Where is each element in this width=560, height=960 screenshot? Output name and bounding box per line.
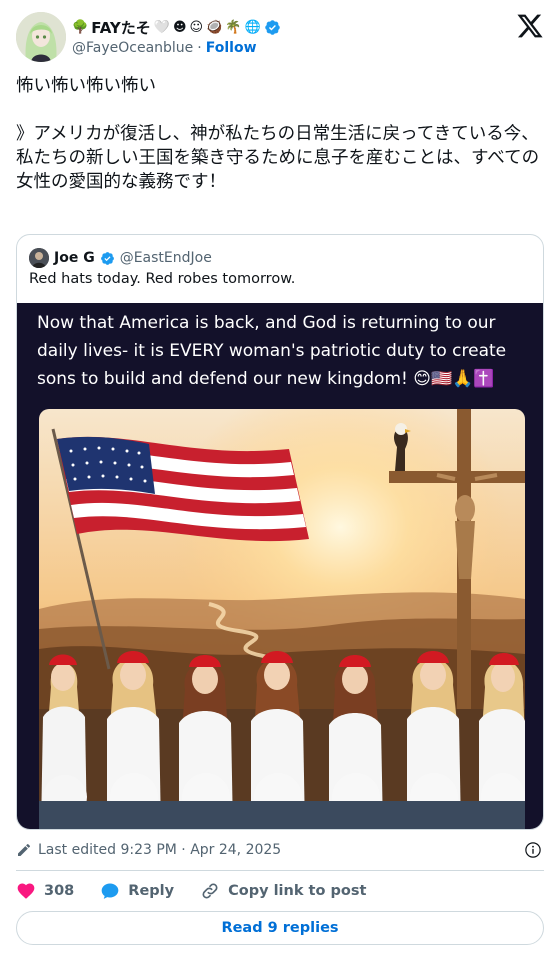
tweet-text: 怖い怖い怖い怖い 》アメリカが復活し、神が私たちの日常生活に戻ってきている今、 … [16, 74, 544, 194]
pencil-icon [18, 843, 31, 856]
link-icon [202, 883, 218, 899]
tree-emoji: 🌳 [72, 19, 89, 35]
quoted-author-name: Joe G [54, 250, 95, 266]
read-replies-label: Read 9 replies [221, 920, 339, 936]
author-avatar[interactable] [16, 12, 66, 62]
copy-link-label: Copy link to post [228, 883, 367, 899]
tweet-text-line-1: 怖い怖い怖い怖い [16, 76, 156, 96]
tweet-text-line-2: 》アメリカが復活し、神が私たちの日常生活に戻ってきている今、 [16, 124, 539, 144]
quoted-tweet-header: Joe G @EastEndJoe [29, 247, 212, 269]
divider [16, 870, 544, 871]
quoted-author-handle: @EastEndJoe [119, 250, 212, 266]
quoted-tweet-image[interactable]: Now that America is back, and God is ret… [17, 303, 543, 829]
heart-icon [17, 883, 35, 899]
name-emoji-6: 🌐 [244, 19, 261, 35]
separator-dot: · [197, 40, 202, 56]
image-caption-line-1: Now that America is back, and God is ret… [37, 313, 496, 333]
quoted-author-avatar [29, 248, 49, 268]
reply-label: Reply [128, 883, 175, 899]
verified-badge-icon [264, 19, 280, 35]
name-emoji-1: 🤍 [153, 19, 170, 35]
edited-meta-row: Last edited 9:23 PM · Apr 24, 2025 [16, 838, 544, 862]
quoted-tweet-card[interactable]: Joe G @EastEndJoe Red hats today. Red ro… [16, 234, 544, 830]
author-display-name: FAYたそ [91, 18, 151, 37]
like-count: 308 [44, 883, 75, 899]
name-emoji-5: 🌴 [225, 19, 242, 35]
info-icon[interactable] [524, 841, 542, 859]
author-handle[interactable]: @FayeOceanblue [72, 40, 193, 56]
edited-timestamp[interactable]: Last edited 9:23 PM · Apr 24, 2025 [38, 842, 281, 858]
x-logo-icon[interactable] [516, 12, 544, 40]
sunset-flag-cross-photo [39, 409, 525, 829]
read-replies-button[interactable]: Read 9 replies [16, 911, 544, 945]
image-caption-line-2: daily lives- it is EVERY woman's patriot… [37, 341, 507, 361]
follow-button[interactable]: Follow [206, 40, 257, 56]
quoted-verified-badge-icon [100, 251, 114, 265]
author-name-row[interactable]: 🌳 FAYたそ 🤍 ☻ ☺ 🥥 🌴 🌐 [72, 16, 472, 38]
name-emoji-3: ☺ [189, 19, 204, 35]
tweet-actions: 308 Reply Copy link to post [16, 878, 544, 904]
image-caption: Now that America is back, and God is ret… [37, 309, 537, 393]
tweet-header: 🌳 FAYたそ 🤍 ☻ ☺ 🥥 🌴 🌐 @FayeOceanblue · Fol… [16, 12, 544, 62]
name-emoji-2: ☻ [172, 19, 187, 35]
reply-button[interactable]: Reply [100, 881, 174, 901]
author-handle-row: @FayeOceanblue · Follow [72, 38, 472, 58]
image-caption-line-3: sons to build and defend our new kingdom… [37, 369, 495, 389]
reply-bubble-icon [101, 883, 119, 899]
author-names: 🌳 FAYたそ 🤍 ☻ ☺ 🥥 🌴 🌐 @FayeOceanblue · Fol… [72, 16, 472, 58]
name-emoji-4: 🥥 [206, 19, 223, 35]
like-button[interactable]: 308 [16, 881, 74, 901]
copy-link-button[interactable]: Copy link to post [200, 881, 366, 901]
tweet-text-line-3: 私たちの新しい王国を築き守るために息子を産むことは、すべての女性の愛国的な義務で… [16, 148, 540, 192]
quoted-tweet-text: Red hats today. Red robes tomorrow. [29, 271, 296, 287]
